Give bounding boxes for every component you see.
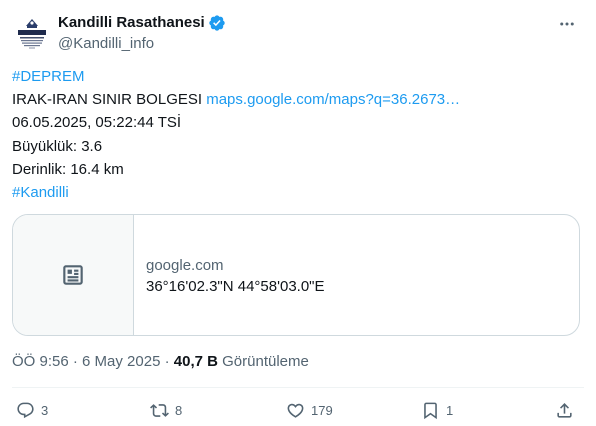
bookmark-icon <box>424 402 437 419</box>
author-name[interactable]: Kandilli Rasathanesi <box>58 13 205 33</box>
kandilli-logo-icon <box>12 13 52 53</box>
hashtag-deprem[interactable]: #DEPREM <box>12 68 85 85</box>
author-handle[interactable]: @Kandilli_info <box>58 34 226 54</box>
card-title: 36°16'02.3"N 44°58'03.0"E <box>146 278 325 295</box>
tweet-line-magnitude: Büyüklük: 3.6 <box>12 137 103 155</box>
tweet-line-datetime: 06.05.2025, 05:22:44 TSİ <box>12 114 182 132</box>
reply-button[interactable]: 3 <box>16 397 48 423</box>
bookmark-count: 1 <box>446 402 454 418</box>
share-icon <box>557 402 572 418</box>
card-domain: google.com <box>146 257 224 274</box>
hashtag-kandilli[interactable]: #Kandilli <box>12 184 69 201</box>
card-body: google.com 36°16'02.3"N 44°58'03.0"E <box>146 256 325 297</box>
more-options-button[interactable] <box>550 12 584 36</box>
views-label: Görüntüleme <box>217 353 309 370</box>
author-info: Kandilli Rasathanesi @Kandilli_info <box>58 13 226 54</box>
tweet-line-location: IRAK-IRAN SINIR BOLGESI <box>12 91 207 109</box>
article-icon <box>63 265 83 285</box>
tweet-timestamp[interactable]: ÖÖ 9:56 · 6 May 2025 <box>12 353 160 370</box>
retweet-count: 8 <box>175 402 183 418</box>
tweet-line-depth: Derinlik: 16.4 km <box>12 160 124 178</box>
views-count[interactable]: 40,7 B <box>174 353 218 370</box>
reply-count: 3 <box>41 402 49 418</box>
card-thumbnail <box>13 215 134 335</box>
meta-separator: · <box>160 353 174 370</box>
actions-divider <box>12 387 584 388</box>
avatar[interactable] <box>12 13 52 53</box>
tweet-meta: ÖÖ 9:56 · 6 May 2025 · 40,7 B Görüntülem… <box>12 352 309 372</box>
bookmark-button[interactable]: 1 <box>421 397 453 423</box>
like-count: 179 <box>311 402 333 418</box>
verified-badge-icon <box>209 15 225 31</box>
more-horizontal-icon <box>560 22 574 26</box>
link-preview-card[interactable]: google.com 36°16'02.3"N 44°58'03.0"E <box>12 214 580 336</box>
retweet-icon <box>150 403 169 417</box>
share-button[interactable] <box>555 397 574 423</box>
heart-icon <box>287 403 304 418</box>
tweet-text: #DEPREM IRAK-IRAN SINIR BOLGESI maps.goo… <box>12 65 584 204</box>
action-bar: 3 8 179 1 <box>12 397 584 423</box>
like-button[interactable]: 179 <box>286 397 333 423</box>
retweet-button[interactable]: 8 <box>150 397 182 423</box>
reply-icon <box>17 402 34 418</box>
maps-link[interactable]: maps.google.com/maps?q=36.2673… <box>206 91 460 108</box>
